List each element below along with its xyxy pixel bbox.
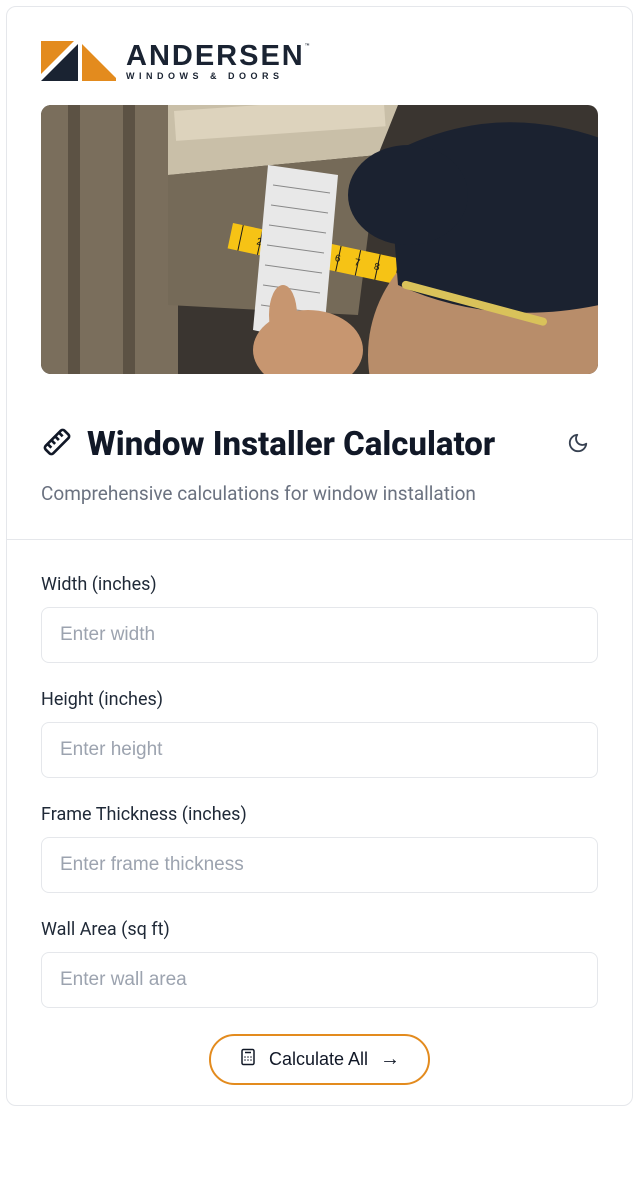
page-title: Window Installer Calculator <box>87 425 495 464</box>
calculator-icon <box>239 1048 257 1071</box>
title-row: Window Installer Calculator <box>41 424 598 464</box>
form-section: Width (inches) Height (inches) Frame Thi… <box>7 540 632 1105</box>
calculate-button[interactable]: Calculate All → <box>209 1034 430 1085</box>
page-card: ANDERSEN ™ WINDOWS & DOORS <box>6 6 633 1106</box>
field-width: Width (inches) <box>41 574 598 663</box>
frame-input[interactable] <box>41 837 598 893</box>
header-section: ANDERSEN ™ WINDOWS & DOORS <box>7 7 632 540</box>
brand-logo: ANDERSEN ™ WINDOWS & DOORS <box>41 41 598 81</box>
field-frame: Frame Thickness (inches) <box>41 804 598 893</box>
field-wall: Wall Area (sq ft) <box>41 919 598 1008</box>
ruler-icon <box>41 426 73 462</box>
width-input[interactable] <box>41 607 598 663</box>
wall-input[interactable] <box>41 952 598 1008</box>
height-input[interactable] <box>41 722 598 778</box>
arrow-right-icon: → <box>380 1048 400 1071</box>
brand-logo-text: ANDERSEN ™ WINDOWS & DOORS <box>126 42 310 81</box>
frame-label: Frame Thickness (inches) <box>41 804 598 825</box>
brand-name: ANDERSEN <box>126 42 305 71</box>
title-left: Window Installer Calculator <box>41 425 495 464</box>
button-row: Calculate All → <box>41 1034 598 1085</box>
height-label: Height (inches) <box>41 689 598 710</box>
moon-icon <box>567 432 589 457</box>
calculate-button-label: Calculate All <box>269 1049 368 1070</box>
brand-tagline: WINDOWS & DOORS <box>126 71 310 81</box>
page-subtitle: Comprehensive calculations for window in… <box>41 482 598 505</box>
field-height: Height (inches) <box>41 689 598 778</box>
hero-image: 234 567 8 <box>41 105 598 374</box>
theme-toggle-button[interactable] <box>558 424 598 464</box>
brand-logo-mark <box>41 41 116 81</box>
wall-label: Wall Area (sq ft) <box>41 919 598 940</box>
width-label: Width (inches) <box>41 574 598 595</box>
trademark-symbol: ™ <box>305 42 310 51</box>
